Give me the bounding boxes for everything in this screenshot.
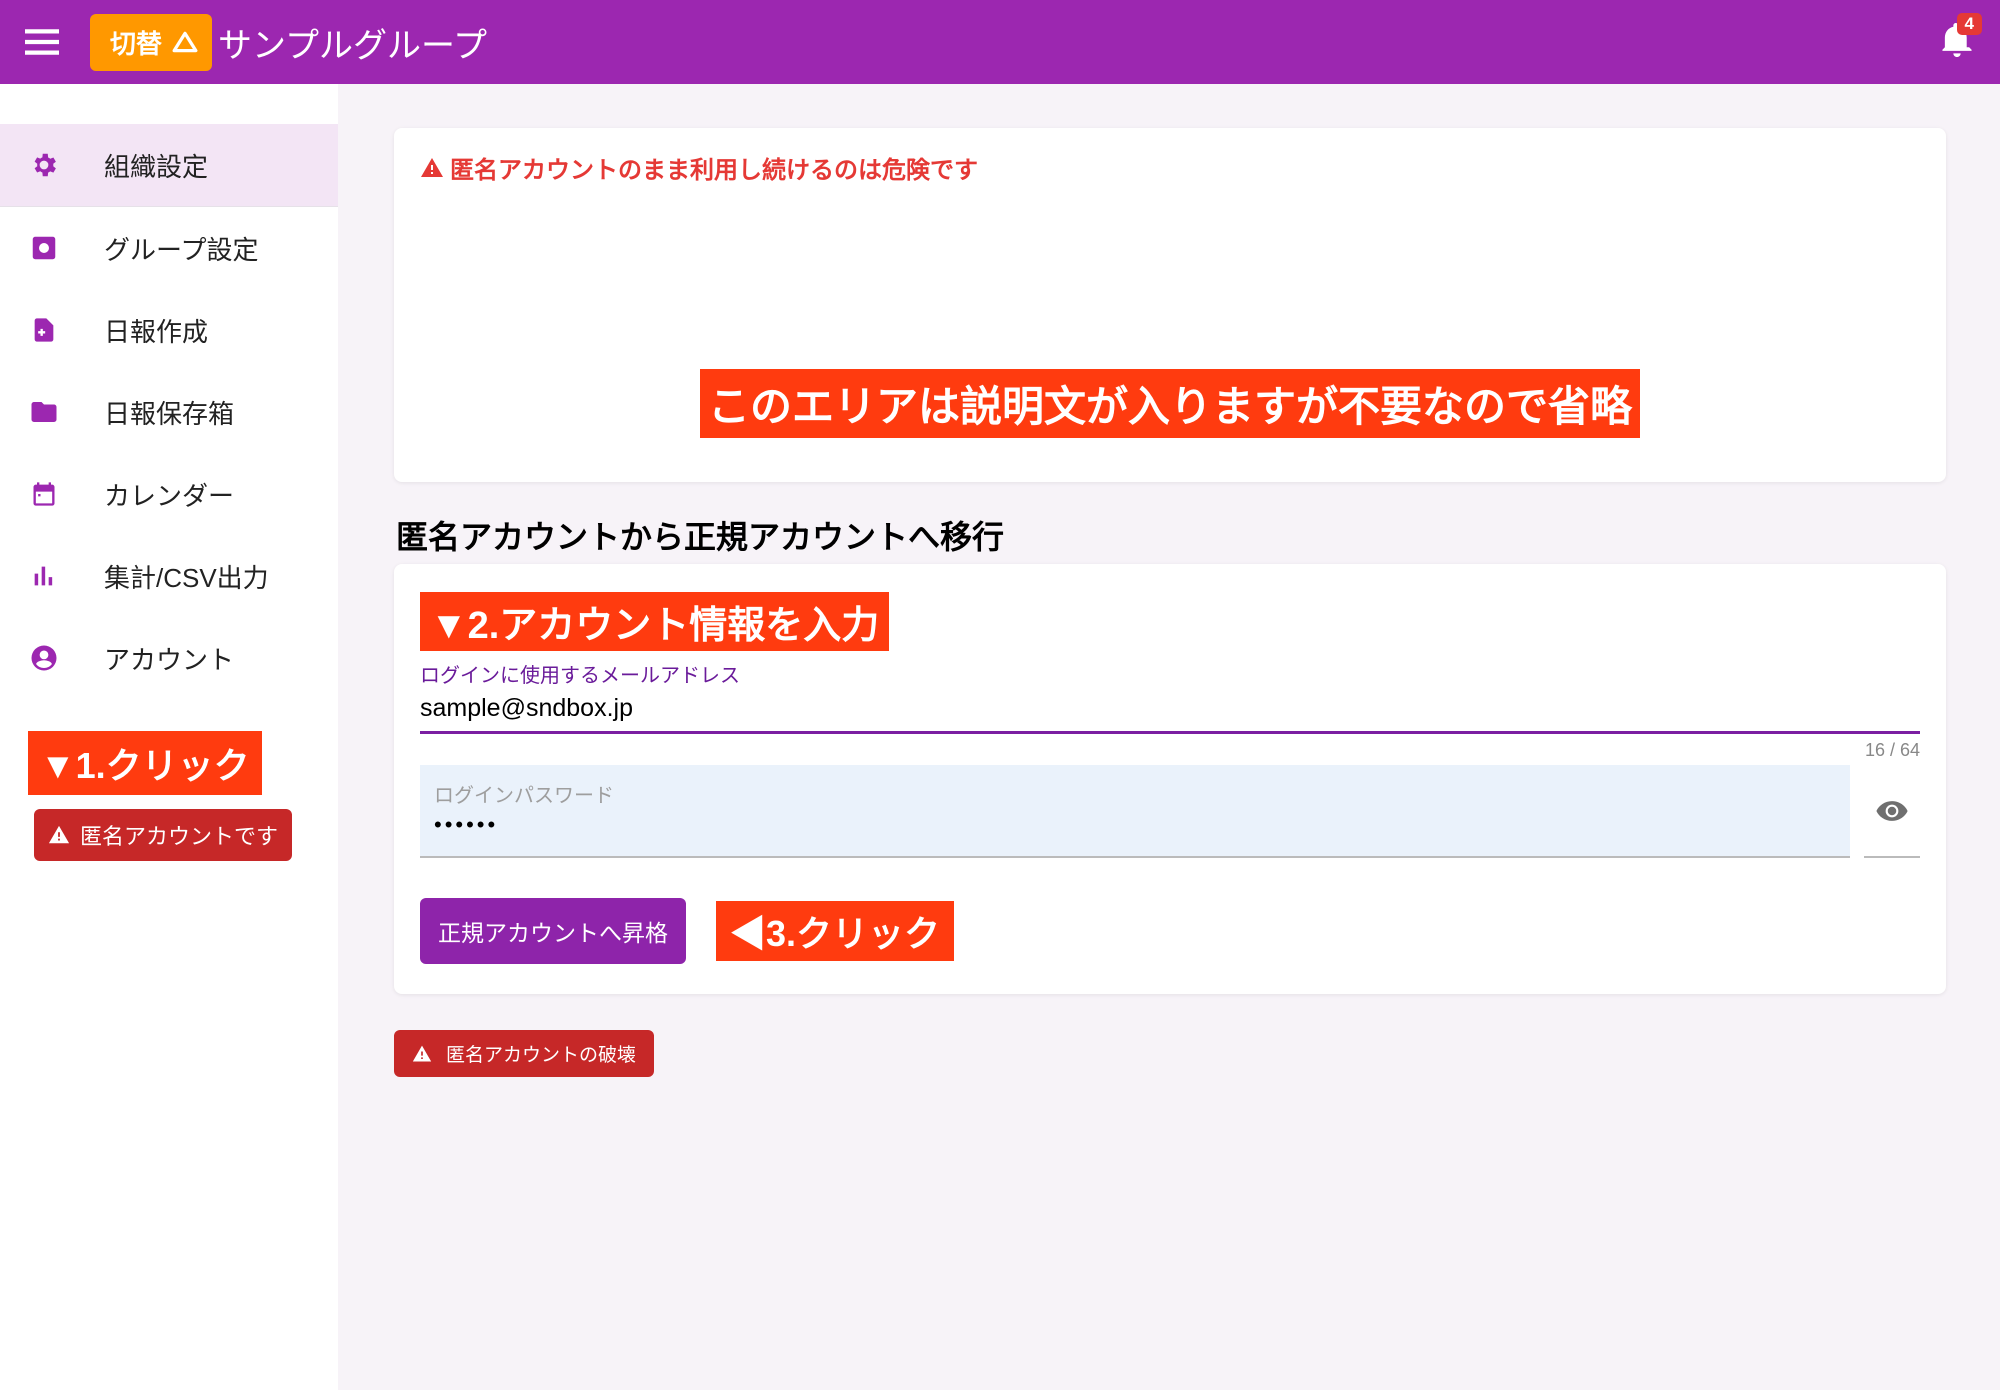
warning-icon xyxy=(412,1044,432,1064)
annotation-step1: ▼1.クリック xyxy=(28,731,262,795)
anonymous-account-badge[interactable]: 匿名アカウントです xyxy=(34,809,292,861)
notifications-button[interactable]: 4 xyxy=(1942,23,1972,62)
switch-button[interactable]: 切替 xyxy=(90,14,212,71)
menu-icon[interactable] xyxy=(22,22,62,62)
email-label: ログインに使用するメールアドレス xyxy=(420,659,1920,688)
group-title: サンプルグループ xyxy=(218,18,487,67)
notification-badge: 4 xyxy=(1957,13,1982,35)
sidebar-item-csv[interactable]: 集計/CSV出力 xyxy=(0,535,338,617)
eye-icon xyxy=(1875,794,1909,828)
anonymous-account-badge-label: 匿名アカウントです xyxy=(80,819,278,851)
app-header: 切替 サンプルグループ 4 xyxy=(0,0,2000,84)
warning-icon xyxy=(48,824,70,846)
sidebar-item-label: 組織設定 xyxy=(104,147,208,184)
calendar-icon xyxy=(28,478,60,510)
triangle-up-icon xyxy=(172,31,198,53)
promote-button[interactable]: 正規アカウントへ昇格 xyxy=(420,898,686,964)
sidebar: 組織設定 グループ設定 日報作成 日報保存箱 カレンダー xyxy=(0,84,338,1390)
annotation-step2: ▼2.アカウント情報を入力 xyxy=(420,592,889,651)
sidebar-item-label: カレンダー xyxy=(104,476,234,513)
bar-chart-icon xyxy=(28,560,60,592)
gear-icon xyxy=(28,149,60,181)
warning-icon xyxy=(420,156,444,180)
folder-icon xyxy=(28,396,60,428)
password-label: ログインパスワード xyxy=(434,779,1836,808)
upgrade-form: ▼2.アカウント情報を入力 ログインに使用するメールアドレス 16 / 64 ロ… xyxy=(394,564,1946,994)
password-field[interactable] xyxy=(434,812,1836,838)
sidebar-item-group-settings[interactable]: グループ設定 xyxy=(0,207,338,289)
sidebar-item-label: 集計/CSV出力 xyxy=(104,558,269,595)
file-plus-icon xyxy=(28,314,60,346)
main-content: 匿名アカウントのまま利用し続けるのは危険です このエリアは説明文が入りますが不要… xyxy=(338,84,2000,1390)
sidebar-item-report-create[interactable]: 日報作成 xyxy=(0,289,338,371)
sidebar-item-org-settings[interactable]: 組織設定 xyxy=(0,124,338,206)
account-icon xyxy=(28,642,60,674)
sidebar-item-report-box[interactable]: 日報保存箱 xyxy=(0,371,338,453)
gear-box-icon xyxy=(28,232,60,264)
destroy-account-label: 匿名アカウントの破壊 xyxy=(446,1040,636,1067)
sidebar-item-label: グループ設定 xyxy=(104,230,258,267)
destroy-account-button[interactable]: 匿名アカウントの破壊 xyxy=(394,1030,654,1077)
section-title: 匿名アカウントから正規アカウントへ移行 xyxy=(396,512,1946,558)
annotation-step3: ◀3.クリック xyxy=(716,901,954,961)
email-counter: 16 / 64 xyxy=(420,740,1920,761)
toggle-password-visibility[interactable] xyxy=(1864,765,1920,858)
sidebar-item-label: アカウント xyxy=(104,640,234,677)
sidebar-item-account[interactable]: アカウント xyxy=(0,617,338,699)
warning-line: 匿名アカウントのまま利用し続けるのは危険です xyxy=(420,150,1920,185)
promote-button-label: 正規アカウントへ昇格 xyxy=(438,920,668,946)
switch-button-label: 切替 xyxy=(110,24,162,61)
annotation-center-note: このエリアは説明文が入りますが不要なので省略 xyxy=(700,369,1640,438)
sidebar-item-label: 日報作成 xyxy=(104,312,208,349)
email-field[interactable] xyxy=(420,688,1920,734)
sidebar-item-calendar[interactable]: カレンダー xyxy=(0,453,338,535)
sidebar-item-label: 日報保存箱 xyxy=(104,394,234,431)
warning-card: 匿名アカウントのまま利用し続けるのは危険です このエリアは説明文が入りますが不要… xyxy=(394,128,1946,482)
